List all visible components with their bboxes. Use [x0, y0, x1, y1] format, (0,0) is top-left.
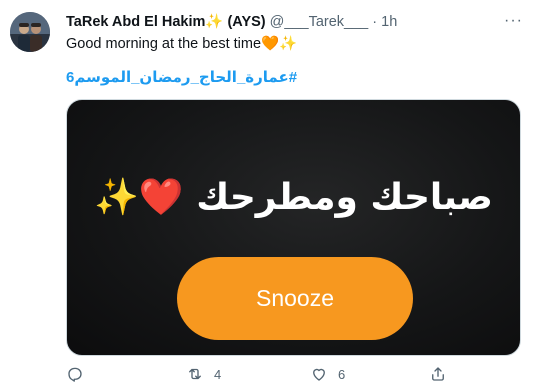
hashtag-link[interactable]: #عمارة_الحاج_رمضان_الموسم6 [66, 68, 297, 86]
reply-icon [68, 367, 82, 382]
snooze-graphic: Snooze [177, 257, 413, 340]
separator-dot: · [372, 14, 378, 30]
like-count: 6 [338, 366, 346, 382]
tweet-actions: 4 6 [60, 365, 460, 385]
share-icon [432, 367, 444, 381]
tweet[interactable]: TaRek Abd El Hakim✨ (AYS) @___Tarek___ ·… [0, 0, 539, 391]
media-caption: صباحك ومطرحك ❤️✨ [94, 177, 493, 218]
share-button[interactable] [429, 365, 457, 383]
avatar-photo-icon [10, 12, 50, 52]
retweet-count: 4 [214, 366, 222, 382]
like-button[interactable]: 6 [310, 365, 345, 383]
tweet-header: TaRek Abd El Hakim✨ (AYS) @___Tarek___ ·… [66, 13, 397, 31]
timestamp[interactable]: 1h [381, 14, 397, 30]
heart-icon [313, 368, 325, 381]
avatar[interactable] [10, 12, 50, 52]
retweet-button[interactable]: 4 [186, 365, 221, 383]
display-name[interactable]: TaRek Abd El Hakim✨ (AYS) [66, 14, 266, 30]
tweet-text: Good morning at the best time🧡✨ [66, 36, 298, 52]
reply-button[interactable] [66, 365, 94, 383]
more-options-icon[interactable]: ··· [504, 12, 523, 30]
tweet-media-image[interactable]: صباحك ومطرحك ❤️✨ Snooze [66, 99, 521, 356]
retweet-icon [189, 368, 201, 380]
user-handle[interactable]: @___Tarek___ [270, 14, 369, 30]
